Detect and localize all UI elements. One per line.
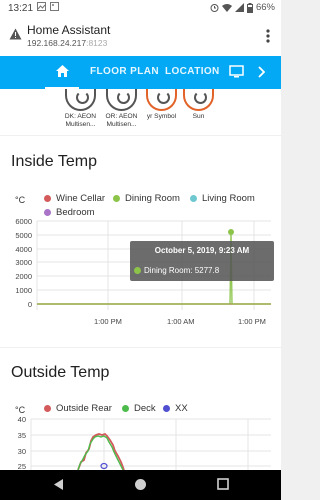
outside-temp-chart[interactable] <box>0 348 281 470</box>
site-url[interactable]: 192.168.24.217:8123 <box>27 38 107 48</box>
entity-sun[interactable]: Sun <box>176 89 221 121</box>
home-nav-icon[interactable] <box>134 478 147 491</box>
android-nav-bar <box>0 470 281 500</box>
outside-temp-card: Outside Temp °C Outside Rear Deck XX 40 … <box>0 348 281 470</box>
entity-state-badge <box>146 89 177 111</box>
chart-tooltip: October 5, 2019, 9:23 AM Dining Room: 52… <box>130 241 274 281</box>
tab-floor-plan[interactable]: FLOOR PLAN <box>90 66 159 77</box>
back-icon[interactable] <box>53 478 64 491</box>
x-tick-label: 1:00 PM <box>94 317 122 326</box>
x-tick-label: 1:00 PM <box>238 317 266 326</box>
home-icon <box>56 65 69 77</box>
tv-icon[interactable] <box>229 65 244 78</box>
x-tick-label: 1:00 AM <box>167 317 195 326</box>
recents-icon[interactable] <box>217 478 229 490</box>
tooltip-title: October 5, 2019, 9:23 AM <box>154 246 250 255</box>
tab-location[interactable]: LOCATION <box>165 66 220 77</box>
battery-percent: 66% <box>255 2 275 13</box>
image-icon <box>49 2 59 11</box>
entity-label-line1: OR: AEON <box>105 113 138 120</box>
url-host: 192.168.24.217 <box>27 38 87 48</box>
entity-state-badge <box>183 89 214 111</box>
site-title: Home Assistant <box>27 23 111 37</box>
warning-icon[interactable] <box>9 28 22 40</box>
entity-label-line2: Multisen... <box>106 121 137 128</box>
tooltip-body: Dining Room: 5277.8 <box>134 266 219 275</box>
grid-lines <box>30 418 271 470</box>
tooltip-swatch <box>134 267 141 274</box>
notification-icons <box>37 2 59 13</box>
data-point-dining-room[interactable] <box>228 229 234 235</box>
nav-bar: FLOOR PLAN LOCATION <box>0 56 281 89</box>
entity-or-aeon[interactable]: OR: AEON Multisen... <box>99 89 144 129</box>
photo-icon <box>37 2 46 11</box>
entity-dk-aeon[interactable]: DK: AEON Multisen... <box>58 89 103 129</box>
status-bar: 13:21 66% <box>0 0 281 17</box>
tooltip-value: Dining Room: 5277.8 <box>144 266 220 275</box>
url-port: :8123 <box>86 38 108 48</box>
entity-label-line2: Multisen... <box>65 121 96 128</box>
entity-state-badge <box>106 89 137 111</box>
tab-home[interactable] <box>45 56 79 89</box>
battery-icon <box>246 2 253 13</box>
inside-temp-card: Inside Temp °C Wine Cellar Dining Room L… <box>0 136 281 347</box>
wifi-icon <box>221 4 232 12</box>
chevron-right-icon[interactable] <box>258 66 265 78</box>
entities-card: DK: AEON Multisen... OR: AEON Multisen..… <box>0 89 281 135</box>
entity-label-line1: DK: AEON <box>64 113 97 120</box>
status-right: 66% <box>210 2 275 13</box>
alarm-icon <box>210 4 219 12</box>
entity-label-line1: Sun <box>192 113 205 120</box>
entity-state-badge <box>65 89 96 111</box>
overflow-menu-icon[interactable] <box>266 29 270 43</box>
signal-icon <box>234 3 244 12</box>
browser-bar: Home Assistant 192.168.24.217:8123 <box>0 17 281 56</box>
status-time: 13:21 <box>8 3 34 14</box>
